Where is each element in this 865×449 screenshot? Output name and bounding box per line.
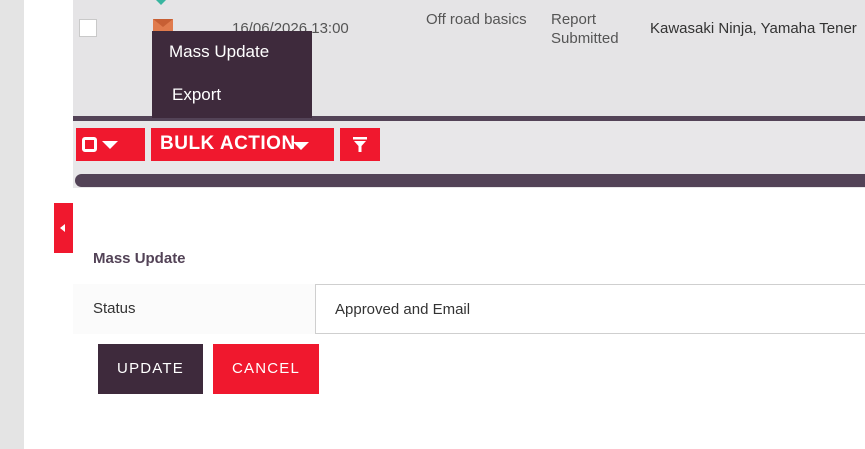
status-label: Status xyxy=(93,300,136,317)
chevron-down-icon xyxy=(293,142,309,150)
row-course[interactable]: Off road basics xyxy=(426,10,536,29)
status-select-value: Approved and Email xyxy=(335,301,471,318)
menu-item-mass-update[interactable]: Mass Update xyxy=(169,42,269,62)
update-button[interactable]: UPDATE xyxy=(98,344,203,394)
select-all-dropdown[interactable] xyxy=(76,128,145,161)
chevron-down-icon xyxy=(102,141,118,149)
teal-indicator-icon xyxy=(156,0,166,5)
row-bikes: Kawasaki Ninja, Yamaha Tener xyxy=(650,20,857,37)
left-gutter xyxy=(0,0,24,449)
bulk-action-menu: Mass Update Export xyxy=(152,31,312,118)
menu-item-export[interactable]: Export xyxy=(172,85,221,105)
horizontal-scrollbar[interactable] xyxy=(75,174,865,187)
mass-update-title: Mass Update xyxy=(93,250,186,267)
row-status: Report Submitted xyxy=(551,11,619,47)
bulk-action-label: BULK ACTION xyxy=(160,133,296,154)
checkbox-square-icon xyxy=(82,137,97,152)
filter-button[interactable] xyxy=(340,128,380,161)
row-checkbox[interactable] xyxy=(79,19,97,37)
filter-icon xyxy=(353,137,367,152)
chevron-left-icon[interactable] xyxy=(54,203,73,253)
cancel-button[interactable]: CANCEL xyxy=(213,344,319,394)
bulk-action-button[interactable]: BULK ACTION xyxy=(151,128,334,161)
status-select[interactable]: Approved and Email xyxy=(315,284,865,334)
